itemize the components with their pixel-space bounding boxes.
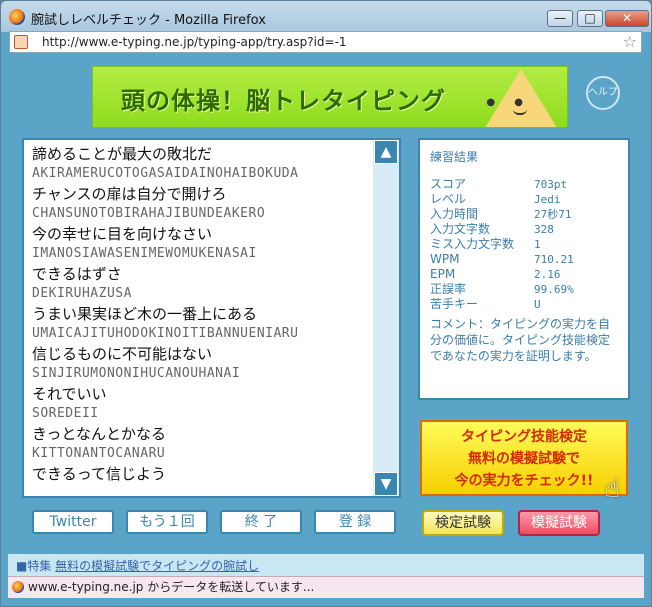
list-item-japanese: うまい果実ほど木の一番上にある [32, 305, 258, 323]
result-title: 練習結果 [430, 150, 479, 164]
list-item-japanese: 信じるものに不可能はない [32, 345, 213, 363]
page-favicon-icon [14, 35, 28, 49]
mascot-eyes: ● ● [486, 97, 531, 108]
result-row-level: レベル Jedi [430, 192, 561, 206]
result-row-misses: ミス入力文字数 1 [430, 237, 541, 251]
list-item: チャンスの扉は自分で開けろ CHANSUNOTOBIRAHAJIBUNDEAKER… [32, 184, 364, 224]
close-button[interactable]: ✕ [605, 10, 649, 27]
result-row-epm: EPM 2.16 [430, 267, 561, 281]
end-button[interactable]: 終 了 [220, 510, 302, 534]
list-item: 信じるものに不可能はない SINJIRUMONONIHUCANOUHANAI [32, 344, 364, 384]
firefox-status-icon [12, 581, 24, 593]
app-banner: 頭の体操！脳トレタイピング ● ● [92, 66, 568, 128]
list-item-romaji: DEKIRUHAZUSA [32, 286, 132, 301]
pointing-hand-icon: ☝ [604, 474, 620, 504]
list-item: 今の幸せに目を向けなさい IMANOSIAWASENIMEWOMUKENASAI [32, 224, 364, 264]
feature-link[interactable]: 無料の模擬試験でタイピングの腕試し [55, 559, 259, 573]
list-scrollbar[interactable]: ▲ ▼ [373, 140, 399, 496]
mock-exam-button[interactable]: 模擬試験 [518, 510, 600, 536]
page-content: 頭の体操！脳トレタイピング ● ● ヘルプ 諦めることが最大の敗北だ AKIRAM… [8, 54, 644, 576]
phrase-list: 諦めることが最大の敗北だ AKIRAMERUCOTOGASAIDAINOHAIBO… [24, 140, 372, 496]
result-row-wpm: WPM 710.21 [430, 252, 574, 266]
list-item-japanese: きっとなんとかなる [32, 425, 166, 443]
result-row-chars: 入力文字数 328 [430, 222, 554, 236]
bookmark-star-icon[interactable]: ☆ [623, 32, 637, 51]
scroll-up-icon[interactable]: ▲ [374, 140, 398, 164]
list-item: うまい果実ほど木の一番上にある UMAICAJITUHODOKINOITIBANN… [32, 304, 364, 344]
maximize-button[interactable]: □ [577, 10, 603, 27]
address-bar[interactable]: http://www.e-typing.ne.jp/typing-app/try… [9, 31, 642, 53]
result-comment: コメント：タイピングの実力を自分の価値に。タイピング技能検定であなたの実力を証明… [430, 317, 611, 363]
retry-button[interactable]: もう１回 [126, 510, 208, 534]
banner-title: 頭の体操！脳トレタイピング [121, 87, 446, 115]
list-item: それでいい SOREDEII [32, 384, 364, 424]
list-item-romaji: UMAICAJITUHODOKINOITIBANNUENIARU [32, 326, 299, 341]
list-item-romaji: CHANSUNOTOBIRAHAJIBUNDEAKERO [32, 206, 266, 221]
phrase-list-panel: 諦めることが最大の敗北だ AKIRAMERUCOTOGASAIDAINOHAIBO… [22, 138, 401, 498]
list-item-japanese: 今の幸せに目を向けなさい [32, 225, 213, 243]
list-item-romaji: KITTONANTOCANARU [32, 446, 166, 461]
result-row-accuracy: 正誤率 99.69% [430, 282, 574, 296]
url-text[interactable]: http://www.e-typing.ne.jp/typing-app/try… [42, 35, 347, 49]
register-button[interactable]: 登 録 [314, 510, 396, 534]
list-item: 諦めることが最大の敗北だ AKIRAMERUCOTOGASAIDAINOHAIBO… [32, 144, 364, 184]
status-bar: www.e-typing.ne.jp からデータを転送しています... [8, 576, 644, 598]
result-row-time: 入力時間 27秒71 [430, 207, 572, 221]
promo-line: 無料の模擬試験で [468, 451, 580, 467]
list-item: できるはずさ DEKIRUHAZUSA [32, 264, 364, 304]
feature-prefix: ■特集 [16, 559, 52, 573]
mock-exam-promo-banner[interactable]: タイピング技能検定 無料の模擬試験で 今の実力をチェック!! ☝ [420, 420, 628, 502]
scroll-down-icon[interactable]: ▼ [374, 472, 398, 496]
status-text: www.e-typing.ne.jp からデータを転送しています... [28, 580, 315, 594]
help-button[interactable]: ヘルプ [586, 76, 620, 110]
list-item: きっとなんとかなる KITTONANTOCANARU [32, 424, 364, 464]
twitter-button[interactable]: Twitter [32, 510, 114, 534]
promo-line: 今の実力をチェック!! [454, 473, 594, 489]
firefox-icon [9, 9, 25, 25]
list-item-japanese: できるはずさ [32, 265, 122, 283]
window-titlebar: 腕試しレベルチェック - Mozilla Firefox — □ ✕ [0, 0, 652, 32]
list-item-romaji: AKIRAMERUCOTOGASAIDAINOHAIBOKUDA [32, 166, 299, 181]
list-item-japanese: チャンスの扉は自分で開けろ [32, 185, 227, 203]
list-item-japanese: それでいい [32, 385, 107, 403]
list-item-romaji: IMANOSIAWASENIMEWOMUKENASAI [32, 246, 257, 261]
minimize-button[interactable]: — [547, 10, 573, 27]
result-row-weak-key: 苦手キー U [430, 297, 541, 311]
list-item-japanese: できるって信じよう [32, 465, 166, 483]
result-row-score: スコア 703pt [430, 177, 568, 191]
window-title: 腕試しレベルチェック - Mozilla Firefox [31, 13, 266, 28]
feature-link-bar: ■特集 無料の模擬試験でタイピングの腕試し [8, 554, 644, 576]
list-item: できるって信じよう [32, 464, 364, 484]
list-item-japanese: 諦めることが最大の敗北だ [32, 145, 213, 163]
list-item-romaji: SINJIRUMONONIHUCANOUHANAI [32, 366, 241, 381]
promo-line: タイピング技能検定 [461, 429, 587, 445]
certification-exam-button[interactable]: 検定試験 [422, 510, 504, 536]
list-item-romaji: SOREDEII [32, 406, 99, 421]
result-panel: 練習結果 スコア 703pt レベル Jedi 入力時間 27秒71 入力文字数 328… [418, 138, 630, 400]
